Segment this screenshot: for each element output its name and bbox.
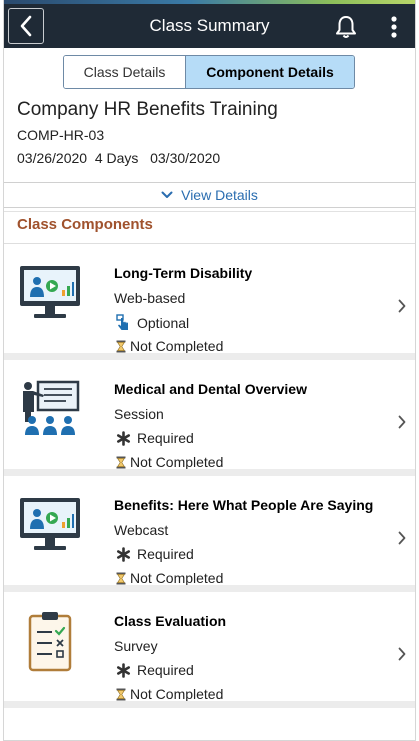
- view-details-label: View Details: [181, 187, 258, 203]
- component-type: Web-based: [114, 290, 186, 306]
- component-name: Class Evaluation: [114, 613, 227, 629]
- tab-class-details[interactable]: Class Details: [64, 56, 186, 88]
- class-code: COMP-HR-03: [17, 127, 105, 143]
- component-type: Webcast: [114, 522, 169, 538]
- chevron-right-icon: [395, 644, 409, 664]
- asterisk-icon: [116, 662, 130, 678]
- monitor-video-icon: [20, 498, 80, 550]
- tab-component-details[interactable]: Component Details: [186, 56, 354, 88]
- back-button[interactable]: [8, 8, 44, 44]
- component-status: Not Completed: [114, 454, 223, 470]
- component-name: Medical and Dental Overview: [114, 381, 307, 397]
- app-frame: Class Summary Class Details Component De…: [3, 0, 416, 741]
- row-separator: [4, 585, 415, 592]
- component-requirement: Required: [114, 546, 194, 562]
- component-row[interactable]: Medical and Dental Overview Session Requ…: [4, 368, 415, 476]
- row-separator: [4, 469, 415, 476]
- chevron-down-icon: [161, 191, 173, 198]
- notifications-button[interactable]: [331, 12, 361, 42]
- section-divider: [4, 243, 415, 244]
- more-vertical-icon: [391, 16, 397, 38]
- class-dates: 03/26/2020 4 Days 03/30/2020: [17, 150, 220, 166]
- view-details-link[interactable]: View Details: [4, 182, 415, 208]
- divider: [4, 208, 415, 212]
- hourglass-icon: [116, 688, 126, 700]
- chevron-left-icon: [20, 15, 32, 37]
- requirement-label: Required: [137, 430, 194, 446]
- component-name: Long-Term Disability: [114, 265, 253, 281]
- status-label: Not Completed: [130, 338, 224, 354]
- asterisk-icon: [116, 546, 130, 562]
- bell-icon: [336, 16, 356, 38]
- class-title: Company HR Benefits Training: [17, 99, 278, 120]
- hourglass-icon: [116, 456, 126, 468]
- component-requirement: Optional: [114, 314, 189, 331]
- class-duration: 4 Days: [94, 150, 139, 166]
- component-row[interactable]: Long-Term Disability Web-based Optional …: [4, 252, 415, 360]
- component-type: Survey: [114, 638, 158, 654]
- status-label: Not Completed: [130, 570, 224, 586]
- class-start-date: 03/26/2020: [17, 150, 88, 166]
- row-separator: [4, 701, 415, 708]
- status-label: Not Completed: [130, 686, 224, 702]
- hourglass-icon: [116, 572, 126, 584]
- component-type: Session: [114, 406, 164, 422]
- details-segmented-control: Class Details Component Details: [63, 55, 355, 89]
- component-row[interactable]: Class Evaluation Survey Required Not Com…: [4, 600, 415, 708]
- asterisk-icon: [116, 430, 130, 446]
- component-requirement: Required: [114, 430, 194, 446]
- component-row[interactable]: Benefits: Here What People Are Saying We…: [4, 484, 415, 592]
- more-menu-button[interactable]: [382, 12, 406, 42]
- component-status: Not Completed: [114, 338, 223, 354]
- chevron-right-icon: [395, 296, 409, 316]
- component-status: Not Completed: [114, 686, 223, 702]
- app-header: Class Summary: [4, 4, 415, 48]
- hand-pointer-icon: [116, 314, 128, 330]
- requirement-label: Optional: [137, 314, 190, 331]
- row-separator: [4, 353, 415, 360]
- class-end-date: 03/30/2020: [150, 150, 221, 166]
- component-name: Benefits: Here What People Are Saying: [114, 497, 374, 513]
- status-label: Not Completed: [130, 454, 224, 470]
- component-requirement: Required: [114, 662, 194, 678]
- clipboard-survey-icon: [28, 612, 72, 672]
- chevron-right-icon: [395, 528, 409, 548]
- classroom-icon: [23, 380, 80, 435]
- requirement-label: Required: [137, 546, 194, 562]
- hourglass-icon: [116, 340, 126, 352]
- component-status: Not Completed: [114, 570, 223, 586]
- chevron-right-icon: [395, 412, 409, 432]
- monitor-video-icon: [20, 266, 80, 318]
- section-title: Class Components: [17, 216, 153, 233]
- requirement-label: Required: [137, 662, 194, 678]
